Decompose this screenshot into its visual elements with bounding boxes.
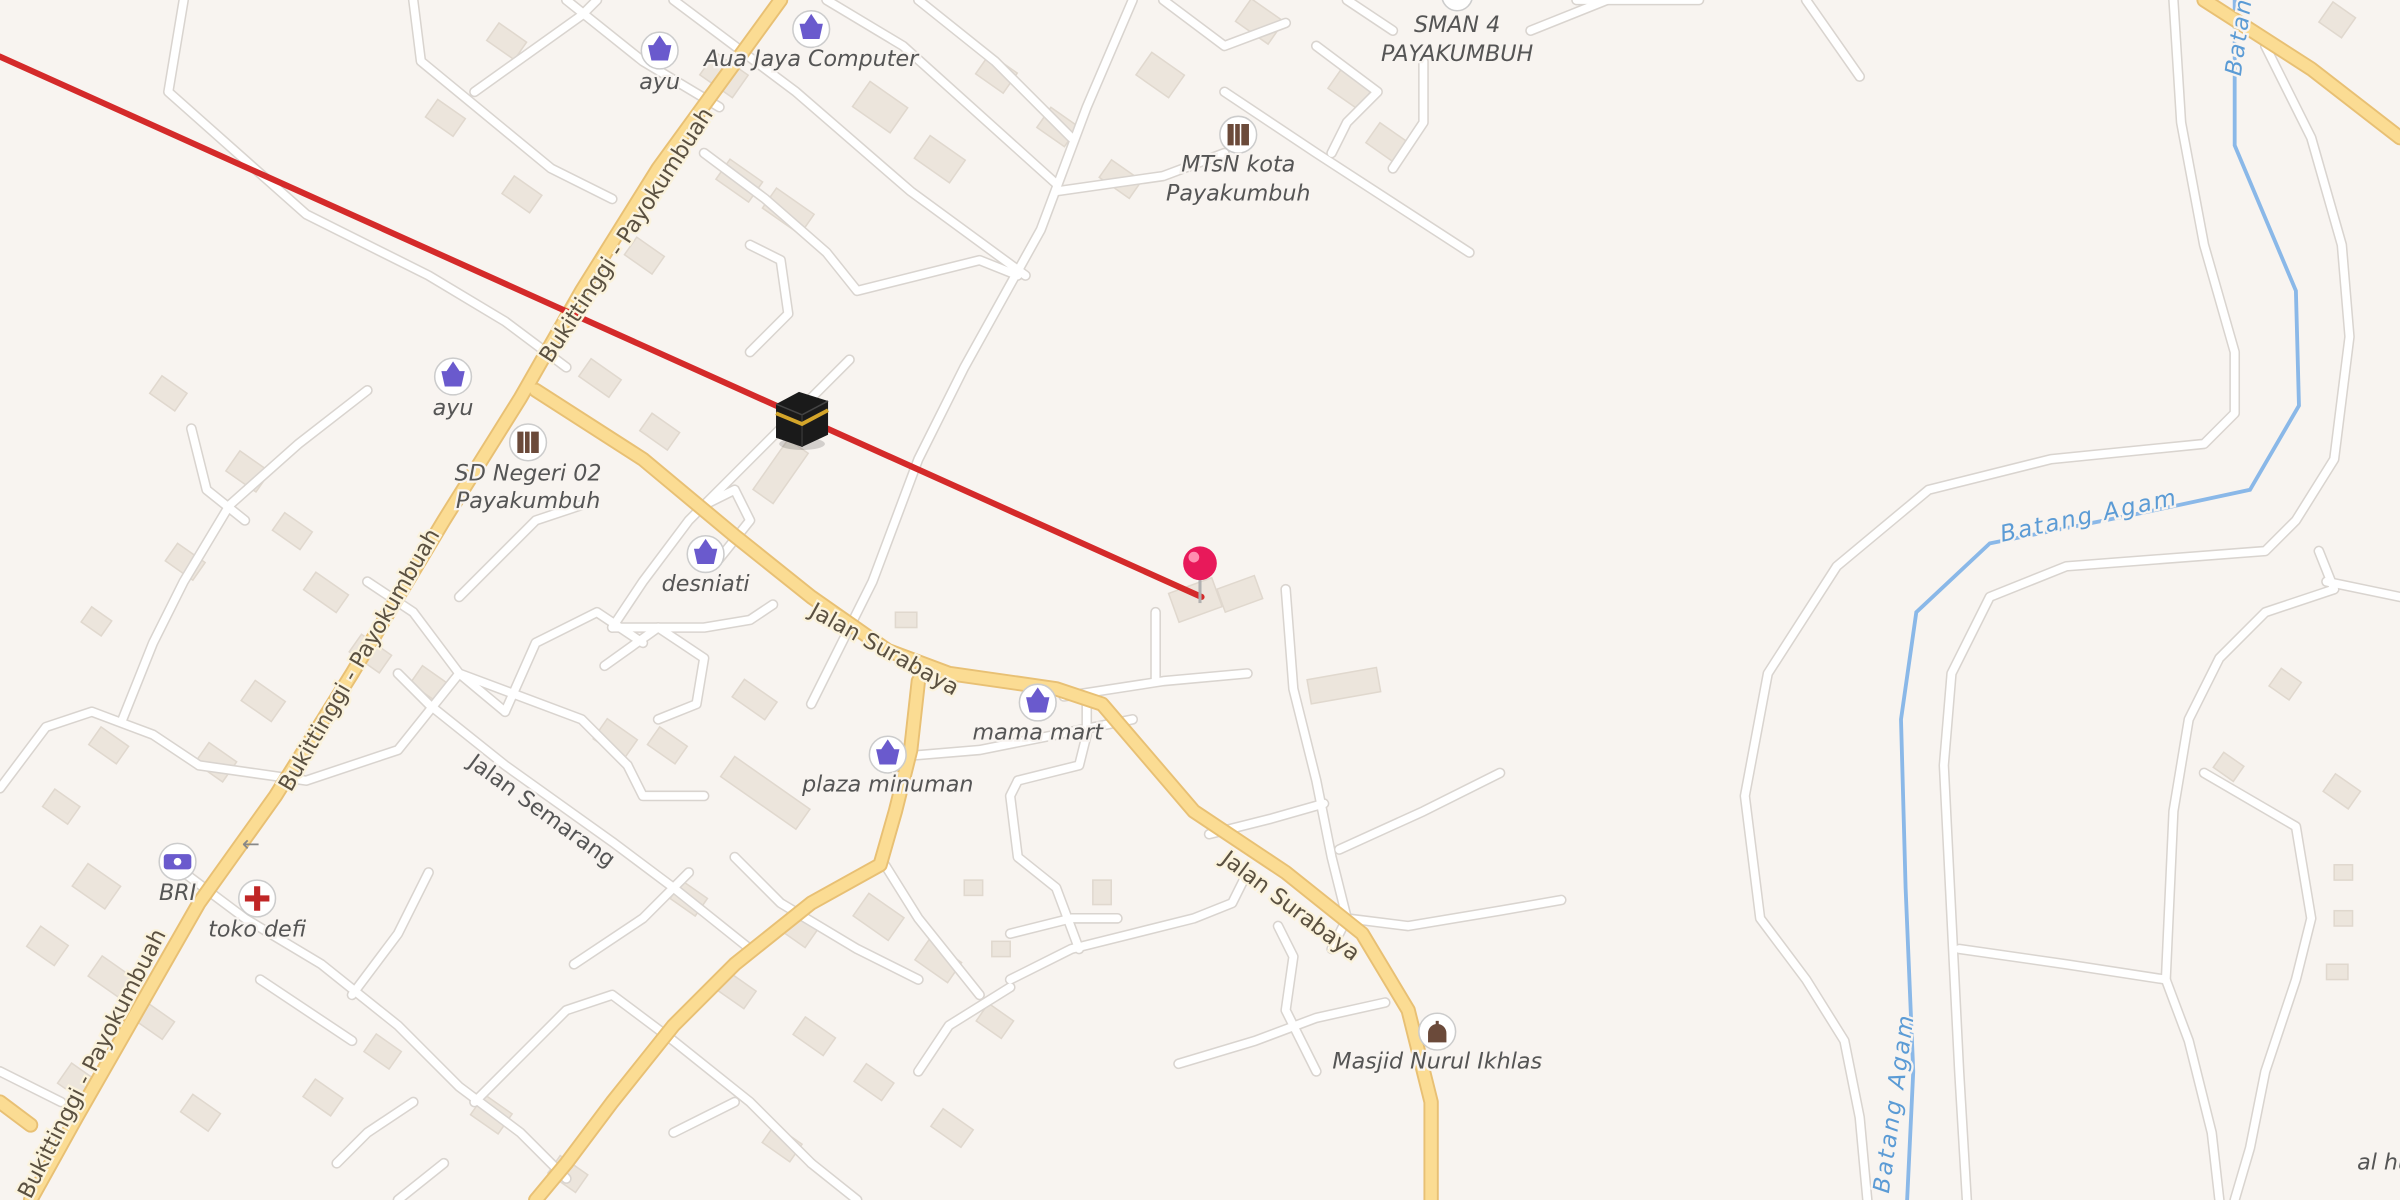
poi-al-hu[interactable]: al hu	[2355, 1147, 2400, 1178]
poi-label: al hu	[2357, 1149, 2400, 1175]
poi-label: Masjid Nurul Ikhlas	[1332, 1048, 1542, 1074]
road-label-primary: Bukittinggi - Payokumbuah	[534, 103, 718, 368]
poi-sman-4[interactable]: SMAN 4 PAYAKUMBUH	[1379, 0, 1536, 70]
road-label-surabaya: Jalan Surabaya	[803, 597, 963, 701]
poi-bri[interactable]: BRI	[157, 842, 198, 908]
poi-toko-defi[interactable]: toko defi	[206, 879, 309, 945]
poi-label: ayu	[639, 69, 680, 95]
poi-sd-negeri-02[interactable]: SD Negeri 02 Payakumbuh	[452, 423, 604, 516]
oneway-arrow-icon: ←	[242, 832, 260, 857]
river-label: Batang Agam	[1998, 485, 2181, 548]
road-label-primary: Bukittinggi - Payokumbuah	[13, 925, 172, 1200]
poi-label: ayu	[433, 395, 474, 421]
poi-label: Aua Jaya Computer	[702, 46, 920, 72]
map-canvas[interactable]: ← Bukittinggi - Payokumbuah Bukittinggi …	[0, 0, 2400, 1200]
poi-label-line2: PAYAKUMBUH	[1381, 41, 1533, 67]
poi-label: desniati	[662, 571, 751, 597]
poi-label: MTsN kota	[1181, 151, 1295, 177]
poi-label: SD Negeri 02	[455, 461, 602, 487]
poi-label-line2: Payakumbuh	[456, 488, 600, 514]
poi-label: toko defi	[208, 917, 306, 943]
map-view[interactable]: ← Bukittinggi - Payokumbuah Bukittinggi …	[0, 0, 2400, 1200]
kaaba-icon[interactable]	[775, 391, 829, 450]
road-label-primary: Bukittinggi - Payokumbuah	[273, 524, 445, 796]
school-icon	[1441, 0, 1473, 12]
poi-plaza-minuman[interactable]: plaza minuman	[799, 735, 976, 800]
poi-label-line2: Payakumbuh	[1166, 181, 1310, 207]
poi-masjid-nurul-ikhlas[interactable]: Masjid Nurul Ikhlas	[1330, 1012, 1545, 1077]
poi-label: plaza minuman	[801, 771, 973, 797]
poi-label: mama mart	[972, 719, 1104, 745]
poi-label: SMAN 4	[1414, 12, 1500, 38]
poi-label: BRI	[159, 880, 196, 906]
qibla-direction-line	[0, 53, 1205, 600]
road-label-semarang: Jalan Semarang	[462, 748, 620, 873]
poi-ayu-west[interactable]: ayu	[430, 357, 476, 423]
